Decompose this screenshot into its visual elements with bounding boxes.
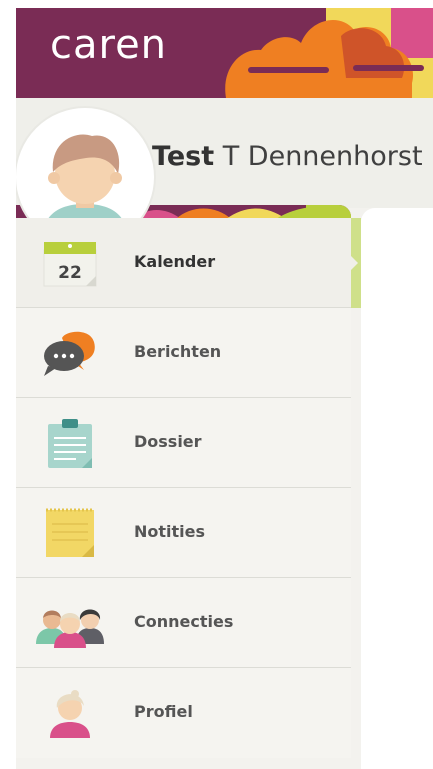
sidebar-item-label: Profiel (134, 702, 193, 721)
active-arrow (351, 256, 358, 270)
user-first-name: Test (152, 141, 215, 172)
sidebar-item-dossier[interactable]: Dossier (16, 398, 351, 488)
sidebar-item-label: Berichten (134, 342, 222, 361)
user-name[interactable]: Test T Dennenhorst (152, 141, 423, 172)
sidebar-item-label: Kalender (134, 252, 216, 271)
clipboard-icon (48, 419, 92, 468)
notepad-icon (46, 508, 94, 557)
sidebar-item-label: Dossier (134, 432, 202, 451)
messages-icon (44, 331, 95, 376)
sidebar-menu: 22 Kalender Berichten Dossier Notities C… (16, 218, 351, 769)
calendar-icon: 22 (43, 242, 97, 287)
user-rest-name: T Dennenhorst (222, 141, 423, 172)
sidebar-item-profiel[interactable]: Profiel (16, 668, 351, 758)
header-cloud-art (225, 8, 433, 98)
main-content (361, 208, 433, 769)
profile-icon (50, 690, 90, 738)
sidebar-item-label: Notities (134, 522, 206, 541)
sidebar-item-berichten[interactable]: Berichten (16, 308, 351, 398)
sidebar-item-kalender[interactable]: 22 Kalender (16, 218, 351, 308)
sidebar-item-label: Connecties (134, 612, 234, 631)
sidebar-item-connecties[interactable]: Connecties (16, 578, 351, 668)
calendar-day: 22 (58, 263, 82, 283)
app-header: caren (16, 8, 433, 98)
sidebar-item-notities[interactable]: Notities (16, 488, 351, 578)
app-frame: caren Test T Dennenhorst 22 Kalender Ber… (16, 8, 433, 769)
people-icon (36, 609, 104, 648)
app-logo[interactable]: caren (50, 22, 167, 68)
